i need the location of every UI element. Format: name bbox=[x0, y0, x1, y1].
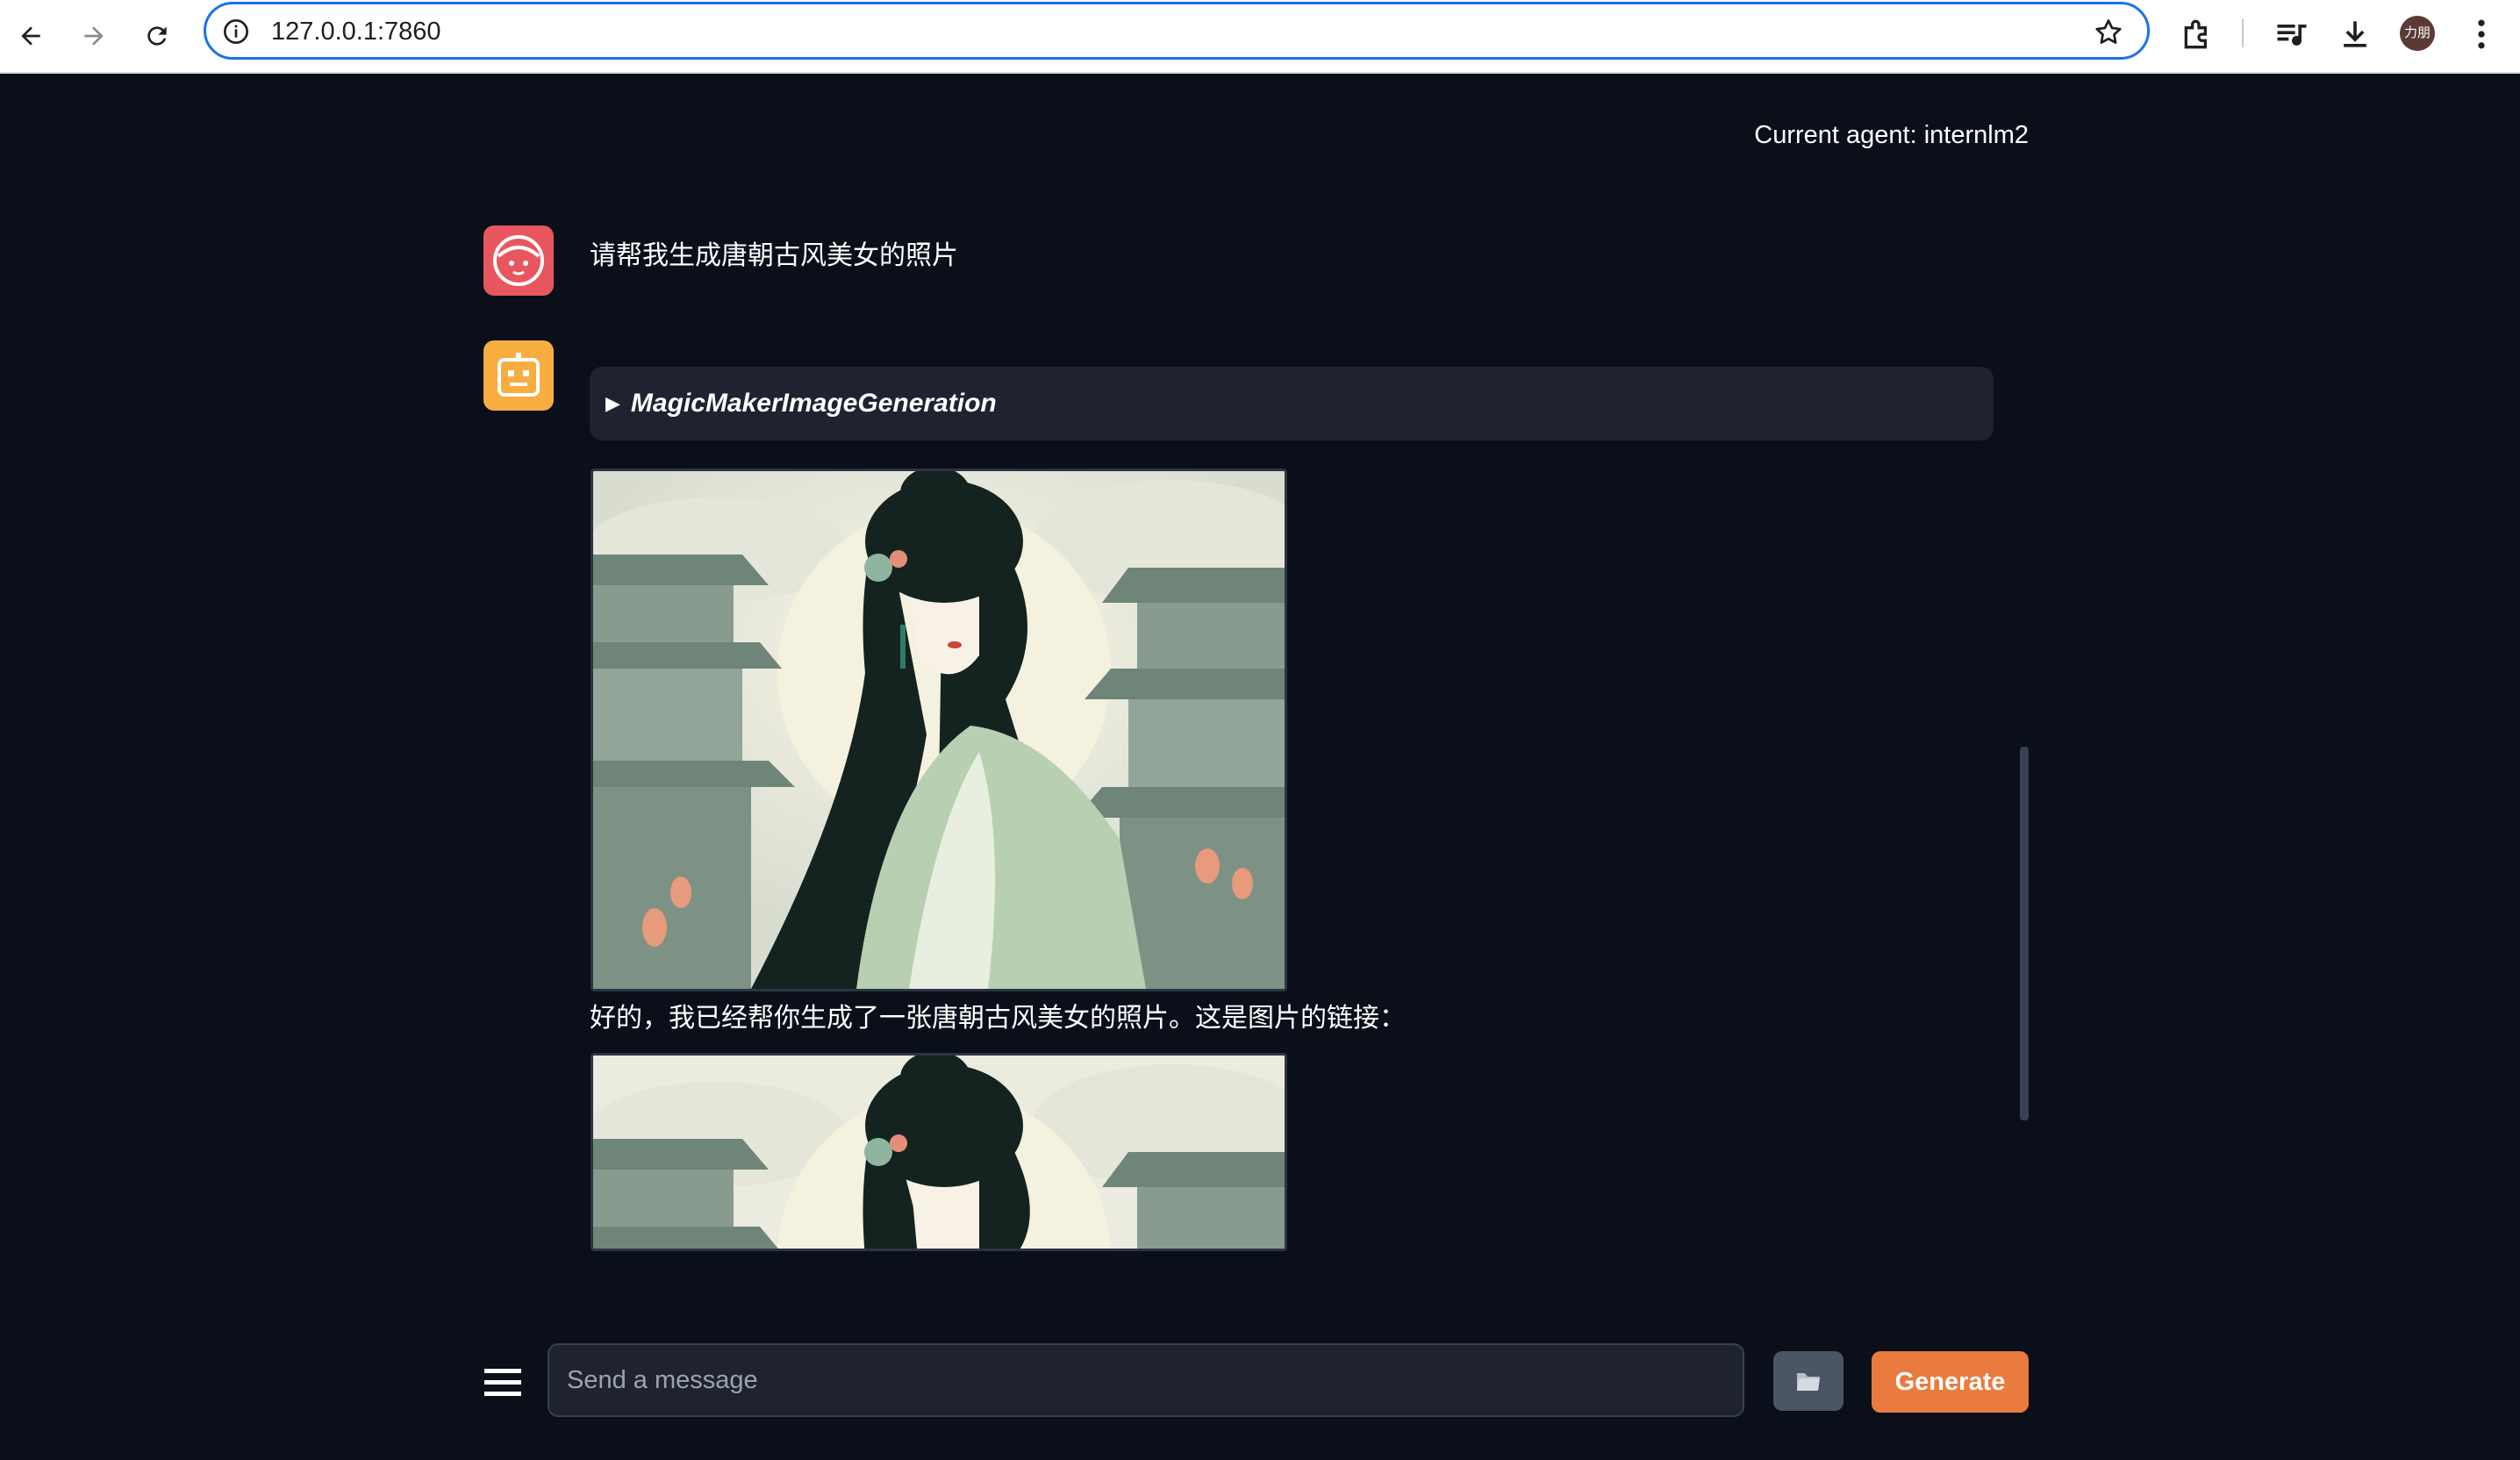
reload-button[interactable] bbox=[135, 14, 179, 58]
generated-image[interactable] bbox=[591, 469, 1287, 991]
generate-button[interactable]: Generate bbox=[1872, 1351, 2029, 1413]
generated-image-link-preview[interactable] bbox=[591, 1053, 1287, 1251]
site-info-icon[interactable] bbox=[222, 18, 250, 46]
url-text[interactable]: 127.0.0.1:7860 bbox=[271, 4, 441, 59]
toolbar-separator bbox=[2242, 19, 2244, 47]
tool-call-accordion[interactable]: ▶ MagicMakerImageGeneration bbox=[590, 367, 1994, 440]
media-queue-icon[interactable] bbox=[2273, 15, 2311, 54]
upload-button[interactable] bbox=[1773, 1351, 1843, 1411]
menu-hamburger-icon[interactable] bbox=[484, 1367, 521, 1399]
bookmark-star-icon[interactable] bbox=[2093, 17, 2124, 48]
address-bar[interactable]: 127.0.0.1:7860 bbox=[204, 2, 2150, 60]
extensions-puzzle-icon[interactable] bbox=[2180, 15, 2218, 54]
user-message: 请帮我生成唐朝古风美女的照片 bbox=[590, 240, 958, 271]
bot-avatar bbox=[483, 340, 554, 411]
browser-toolbar: 127.0.0.1:7860 力朋 bbox=[0, 0, 2520, 74]
user-face-icon bbox=[493, 235, 544, 286]
folder-icon bbox=[1797, 1373, 1820, 1391]
back-button[interactable] bbox=[9, 14, 53, 58]
chat-scrollbar[interactable] bbox=[2020, 747, 2029, 1120]
assistant-reply: 好的，我已经帮你生成了一张唐朝古风美女的照片。这是图片的链接： bbox=[590, 1003, 1406, 1034]
robot-icon bbox=[498, 353, 540, 397]
current-agent-label: Current agent: internlm2 bbox=[1754, 121, 2029, 149]
tool-call-name: MagicMakerImageGeneration bbox=[630, 389, 997, 418]
user-avatar bbox=[483, 225, 554, 296]
forward-button[interactable] bbox=[72, 14, 116, 58]
download-icon[interactable] bbox=[2336, 15, 2374, 54]
expand-triangle-icon: ▶ bbox=[605, 392, 620, 414]
message-input[interactable] bbox=[548, 1343, 1744, 1417]
reload-icon bbox=[147, 26, 167, 46]
generated-image-illustration bbox=[593, 1056, 1285, 1249]
arrow-right-icon bbox=[84, 26, 104, 46]
more-vertical-icon[interactable] bbox=[2462, 15, 2501, 54]
arrow-left-icon bbox=[21, 26, 40, 46]
generated-image-illustration bbox=[593, 471, 1285, 989]
profile-avatar[interactable]: 力朋 bbox=[2400, 16, 2435, 51]
